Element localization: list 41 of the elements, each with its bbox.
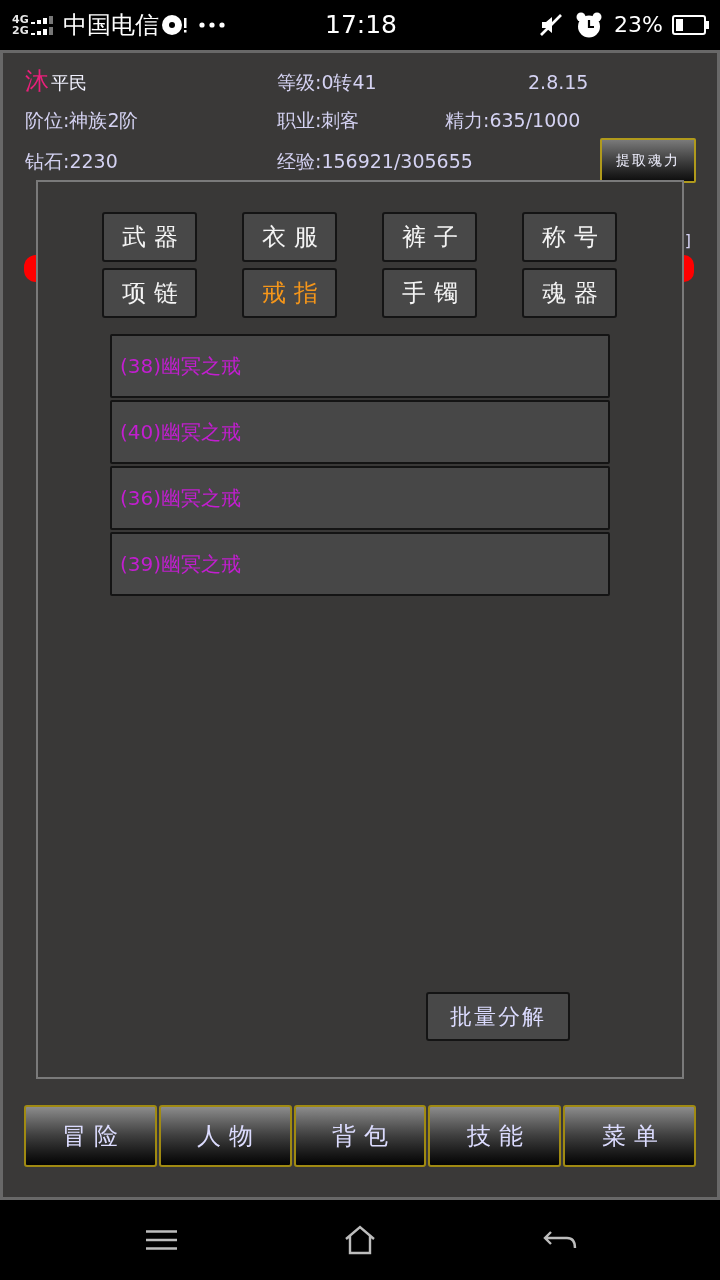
- category-tab[interactable]: 戒指: [242, 268, 337, 318]
- bar-end: [24, 255, 36, 282]
- more-icon: [198, 22, 225, 28]
- home-icon[interactable]: [344, 1225, 376, 1255]
- job-text: 职业:刺客: [277, 108, 361, 133]
- tier-text: 阶位:神族2阶: [25, 108, 140, 133]
- mute-icon: [539, 13, 564, 37]
- category-tab[interactable]: 魂器: [522, 268, 617, 318]
- bracket-text: ]: [684, 233, 691, 249]
- category-tab[interactable]: 武器: [102, 212, 197, 262]
- nav-button[interactable]: 技能: [428, 1105, 562, 1167]
- back-icon[interactable]: [543, 1229, 577, 1251]
- level-text: 等级:0转41: [277, 70, 378, 95]
- menu-icon[interactable]: [146, 1230, 177, 1250]
- bar-end: [684, 255, 694, 282]
- category-tab[interactable]: 衣服: [242, 212, 337, 262]
- diamonds-text: 钻石:2230: [25, 148, 119, 174]
- player-title: 平民: [51, 71, 87, 95]
- extract-button[interactable]: 提取魂力: [600, 138, 696, 183]
- nav-button[interactable]: 背包: [293, 1105, 427, 1167]
- signal-icon: [30, 14, 53, 36]
- carrier-name: 中国电信: [62, 10, 159, 40]
- nav-button[interactable]: 冒险: [24, 1105, 157, 1167]
- battery-icon: [672, 15, 710, 35]
- category-tab[interactable]: 裤子: [382, 212, 477, 262]
- alarm-clock-icon: [576, 12, 603, 38]
- nav-button[interactable]: 菜单: [563, 1105, 696, 1167]
- battery-percent: 23%: [614, 11, 663, 39]
- version-text: 2.8.15: [528, 70, 589, 95]
- category-tab[interactable]: 手镯: [382, 268, 477, 318]
- experience-text: 经验:156921/305655: [277, 148, 474, 174]
- nav-button[interactable]: 人物: [158, 1105, 292, 1167]
- disc-icon: [160, 13, 187, 37]
- player-name: 沐: [25, 66, 49, 96]
- network-label: 2G: [12, 25, 29, 36]
- category-tab[interactable]: 称号: [522, 212, 617, 262]
- energy-text: 精力:635/1000: [445, 108, 581, 133]
- batch-decompose-button[interactable]: 批量分解: [426, 992, 570, 1041]
- network-label: 4G: [12, 14, 29, 25]
- category-tab[interactable]: 项链: [102, 268, 197, 318]
- clock-time: 17:18: [325, 10, 398, 40]
